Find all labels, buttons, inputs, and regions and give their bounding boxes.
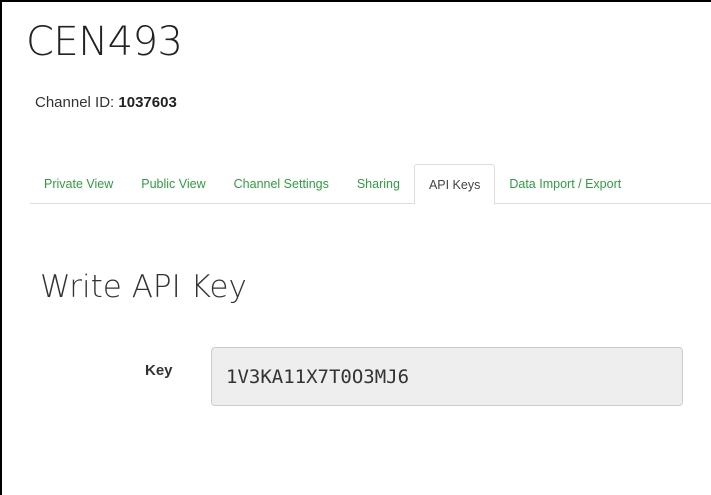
tab-api-keys[interactable]: API Keys [413, 164, 496, 205]
key-label: Key [145, 362, 173, 379]
tab-sharing[interactable]: Sharing [343, 164, 414, 203]
channel-id-label: Channel ID: [35, 94, 119, 111]
tab-data-import-export[interactable]: Data Import / Export [495, 164, 635, 203]
channel-title: CEN493 [26, 19, 183, 65]
write-api-key-heading: Write API Key [40, 269, 247, 305]
tab-public-view[interactable]: Public View [127, 164, 219, 203]
channel-id: Channel ID: 1037603 [35, 94, 177, 111]
channel-id-value: 1037603 [118, 94, 177, 111]
channel-tabs: Private View Public View Channel Setting… [30, 164, 711, 205]
screenshot-frame [0, 0, 711, 495]
tab-private-view[interactable]: Private View [30, 164, 127, 203]
tab-channel-settings[interactable]: Channel Settings [220, 164, 343, 203]
write-api-key-field[interactable] [211, 347, 683, 406]
